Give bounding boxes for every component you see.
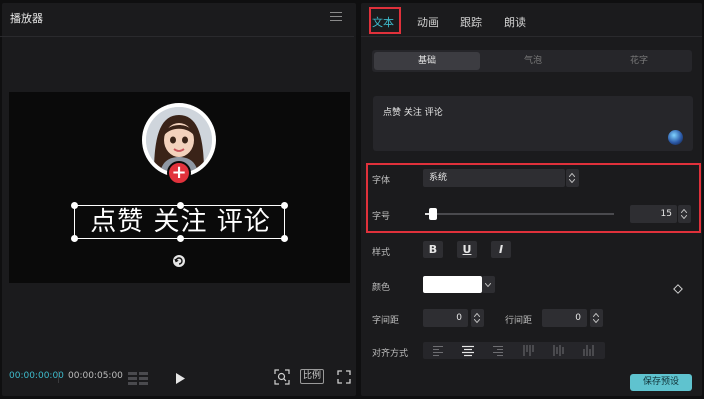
resize-handle[interactable] [177,235,184,242]
char-spacing-label: 字间距 [372,316,400,326]
text-input-value[interactable]: 点赞 关注 评论 [383,105,443,118]
divider [58,371,59,383]
color-dropdown[interactable] [482,276,495,293]
caption-selection-box[interactable]: 点赞 关注 评论 [71,202,288,242]
timecode-current: 00:00:00:00 [9,371,64,381]
play-icon[interactable] [174,370,186,384]
resize-handle[interactable] [281,202,288,209]
font-label: 字体 [372,176,391,186]
menu-icon[interactable] [330,12,342,21]
font-size-slider[interactable] [425,213,614,215]
line-spacing-label: 行间距 [505,316,533,326]
resize-handle[interactable] [177,202,184,209]
italic-button[interactable]: I [491,241,511,258]
aspect-ratio-button[interactable]: 比例 [300,369,324,384]
align-right-icon[interactable] [483,342,513,359]
font-select[interactable]: 系统 [423,169,565,187]
align-vertical-right-icon[interactable] [573,342,603,359]
underline-button[interactable]: U [457,241,477,258]
tab-animation[interactable]: 动画 [417,14,439,30]
resize-handle[interactable] [281,235,288,242]
line-spacing-stepper[interactable] [590,309,603,327]
char-spacing-input[interactable]: 0 [423,309,468,327]
font-stepper[interactable] [566,169,579,187]
ai-orb-icon[interactable] [668,130,683,145]
align-vertical-left-icon[interactable] [513,342,543,359]
align-vertical-center-icon[interactable] [543,342,573,359]
char-spacing-stepper[interactable] [471,309,484,327]
tab-highlight-box [369,7,401,34]
fullscreen-icon[interactable] [337,369,351,384]
font-size-input[interactable]: 15 [630,205,677,223]
subtab-basic[interactable]: 基础 [374,52,480,70]
player-title: 播放器 [10,12,43,25]
color-label: 颜色 [372,283,391,293]
rotate-icon[interactable] [172,253,186,267]
subtab-bubble[interactable]: 气泡 [480,52,586,70]
divider [0,36,354,37]
keyframe-icon[interactable] [673,279,683,294]
resize-handle[interactable] [71,235,78,242]
divider [361,36,702,37]
tab-read-aloud[interactable]: 朗读 [504,14,526,30]
font-size-slider-thumb[interactable] [429,208,437,220]
style-label: 样式 [372,248,391,258]
bold-button[interactable]: B [423,241,443,258]
add-follow-button[interactable]: + [167,161,191,185]
resize-handle[interactable] [71,202,78,209]
font-size-label: 字号 [372,212,391,222]
align-label: 对齐方式 [372,349,409,359]
save-preset-button[interactable]: 保存预设 [630,374,692,391]
align-center-icon[interactable] [453,342,483,359]
zoom-fit-icon[interactable] [274,369,290,385]
subtab-fancy-text[interactable]: 花字 [586,52,692,70]
color-swatch[interactable] [423,276,482,293]
line-spacing-input[interactable]: 0 [542,309,587,327]
frame-grid-icon[interactable] [128,370,148,385]
font-size-stepper[interactable] [678,205,691,223]
align-left-icon[interactable] [423,342,453,359]
tab-tracking[interactable]: 跟踪 [460,14,482,30]
timecode-total: 00:00:05:00 [68,371,123,381]
